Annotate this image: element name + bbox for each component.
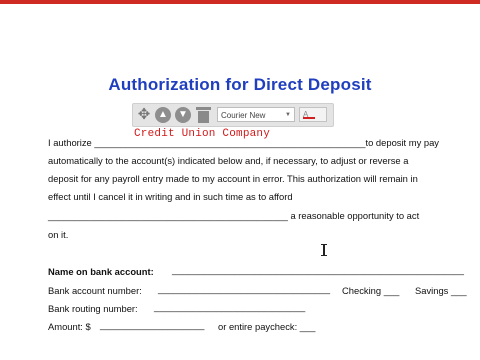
field-toolbar: ✥ ▲ ▼ Courier New ▼ A	[132, 103, 334, 127]
arrow-down-icon[interactable]: ▼	[175, 107, 191, 123]
color-swatch	[303, 117, 315, 119]
paragraph-line-2: automatically to the account(s) indicate…	[48, 155, 409, 166]
paragraph-line-4: effect until I cancel it in writing and …	[48, 191, 293, 202]
amount-input-line[interactable]: ____________________	[100, 319, 204, 330]
font-select-value: Courier New	[221, 111, 266, 120]
entire-paycheck-option[interactable]: or entire paycheck: ___	[218, 321, 315, 332]
account-label: Bank account number:	[48, 285, 142, 296]
routing-label: Bank routing number:	[48, 303, 138, 314]
arrow-up-icon[interactable]: ▲	[155, 107, 171, 123]
font-select[interactable]: Courier New ▼	[217, 107, 295, 122]
document-title: Authorization for Direct Deposit	[108, 75, 372, 94]
amount-label: Amount: $	[48, 321, 91, 332]
name-label: Name on bank account:	[48, 266, 154, 277]
chevron-down-icon: ▼	[285, 112, 291, 118]
checking-option[interactable]: Checking ___	[342, 285, 399, 296]
account-input-line[interactable]: _________________________________	[158, 283, 330, 294]
text-color-button[interactable]: A	[299, 107, 327, 122]
move-icon[interactable]: ✥	[136, 106, 152, 124]
text-cursor-icon	[321, 244, 327, 256]
name-input-line[interactable]: ________________________________________…	[172, 264, 464, 275]
trash-icon[interactable]	[196, 107, 211, 123]
paragraph-line-3: deposit for any payroll entry made to my…	[48, 173, 418, 184]
routing-input-line[interactable]: _____________________________	[154, 301, 305, 312]
savings-option[interactable]: Savings ___	[415, 285, 467, 296]
paragraph-line-5: ________________________________________…	[48, 210, 420, 221]
paragraph-line-6: on it.	[48, 229, 69, 240]
authorize-line: I authorize ____________________________…	[48, 137, 439, 148]
